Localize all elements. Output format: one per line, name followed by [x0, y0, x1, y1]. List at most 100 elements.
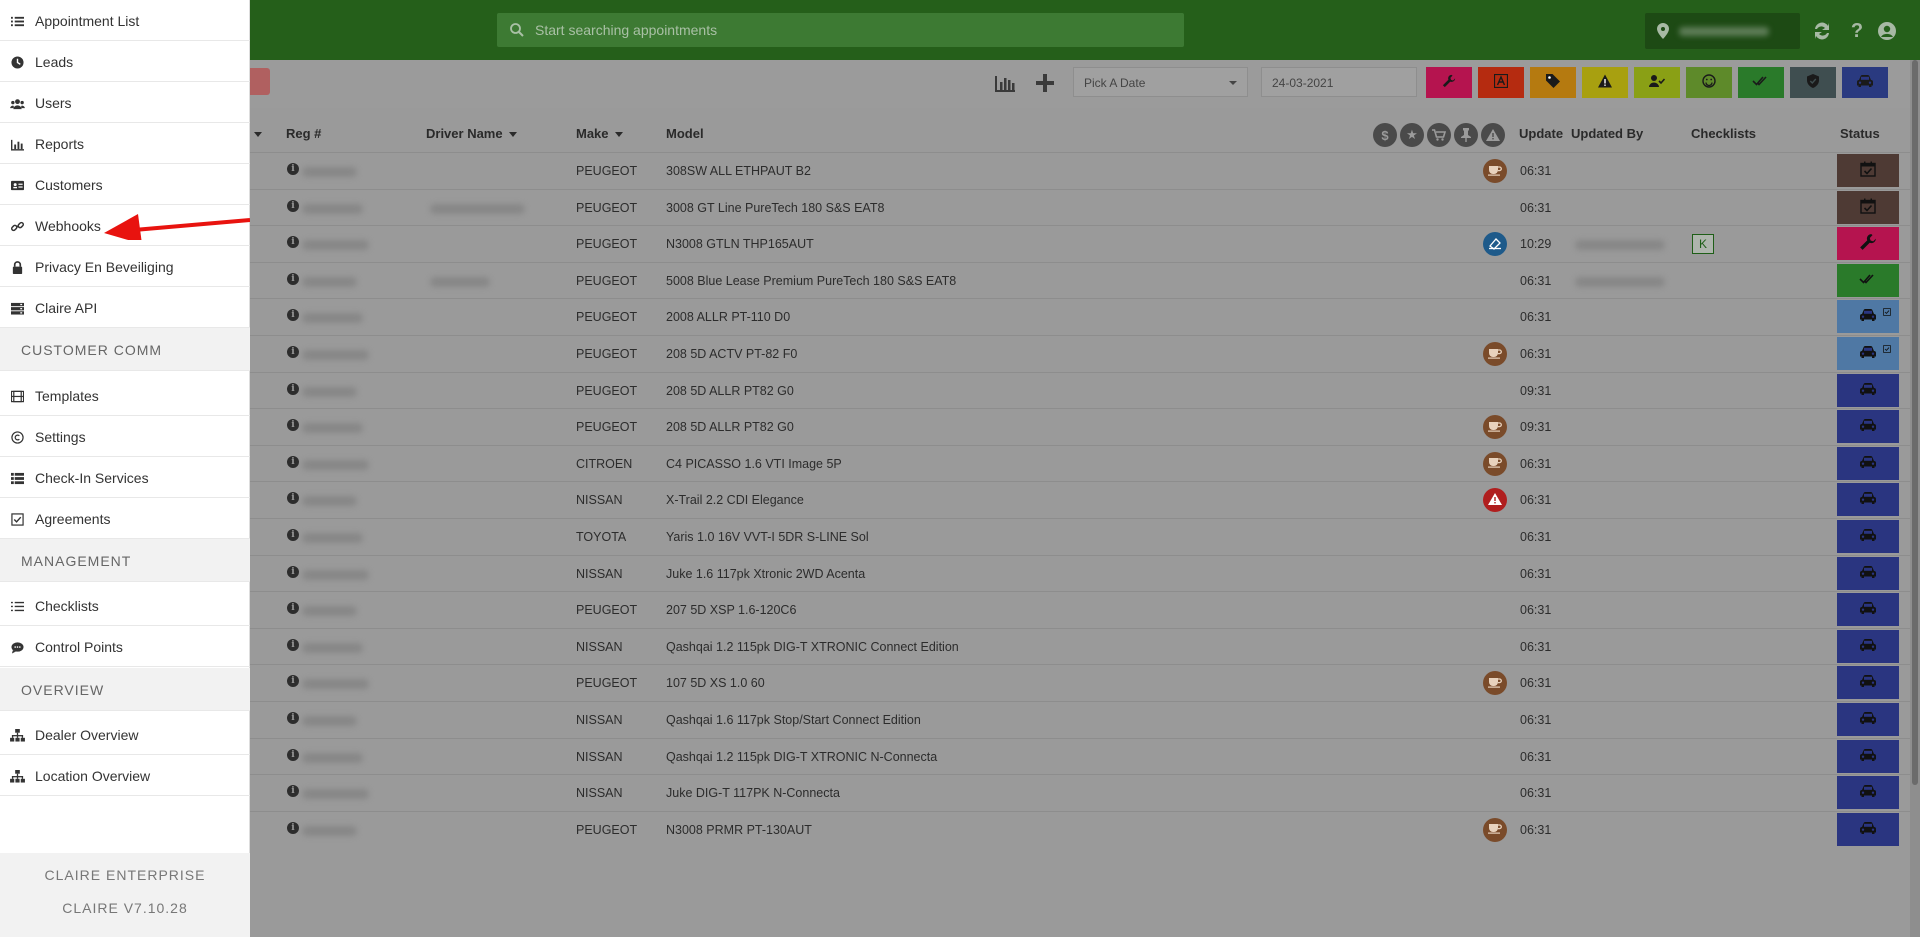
status-badge[interactable] [1837, 812, 1899, 846]
info-icon[interactable]: i [287, 712, 299, 724]
info-icon[interactable]: i [287, 199, 299, 212]
status-badge[interactable] [1837, 776, 1899, 810]
table-row[interactable]: i CITROEN C4 PICASSO 1.6 VTI Image 5P 06:… [250, 444, 1910, 481]
status-badge[interactable] [1837, 520, 1899, 553]
sidebar-item-claire-api[interactable]: Claire API [0, 287, 250, 328]
filter-button-tag[interactable] [1530, 67, 1576, 98]
status-badge[interactable] [1837, 629, 1899, 663]
table-row[interactable]: i NISSAN Juke DIG-T 117PK N-Connecta 06:3… [250, 774, 1910, 810]
status-badge[interactable] [1837, 337, 1899, 370]
sidebar-item-customers[interactable]: Customers [0, 164, 250, 205]
info-icon[interactable]: i [287, 346, 299, 358]
table-row[interactable]: i PEUGEOT 3008 GT Line PureTech 180 S&S … [250, 188, 1910, 225]
sidebar-item-agreements[interactable]: Agreements [0, 498, 250, 539]
bar-chart-icon[interactable] [992, 72, 1018, 94]
info-icon[interactable]: i [287, 163, 299, 175]
info-icon[interactable]: i [287, 382, 299, 395]
table-row[interactable]: i TOYOTA Yaris 1.0 16V VVT-I 5DR S-LINE … [250, 518, 1910, 554]
filter-button-smile[interactable] [1686, 67, 1732, 98]
table-row[interactable]: i PEUGEOT 207 5D XSP 1.6-120C6 06:31 [250, 591, 1910, 627]
status-badge[interactable] [1837, 190, 1899, 224]
header-driver-name[interactable]: Driver Name [426, 126, 517, 141]
table-row[interactable]: i PEUGEOT 208 5D ALLR PT82 G0 09:31 [250, 371, 1910, 408]
status-badge[interactable] [1837, 227, 1899, 261]
table-row[interactable]: i NISSAN Qashqai 1.2 115pk DIG-T XTRONIC… [250, 627, 1910, 664]
table-row[interactable]: i NISSAN Qashqai 1.6 117pk Stop/Start Co… [250, 701, 1910, 737]
status-badge[interactable] [1837, 703, 1899, 736]
filter-button-warning[interactable] [1582, 67, 1628, 98]
sidebar-item-privacy-en-beveiliging[interactable]: Privacy En Beveiliging [0, 246, 250, 287]
header-model[interactable]: Model [666, 126, 704, 141]
sidebar-item-appointment-list[interactable]: Appointment List [0, 0, 250, 41]
status-badge[interactable] [1837, 154, 1899, 187]
header-status[interactable]: Status [1840, 126, 1880, 141]
refresh-icon[interactable] [1811, 20, 1833, 42]
filter-button-shield[interactable] [1790, 67, 1836, 98]
sidebar-item-settings[interactable]: Settings [0, 416, 250, 457]
header-reg[interactable]: Reg # [286, 126, 321, 141]
info-icon[interactable]: i [287, 785, 299, 798]
table-row[interactable]: i NISSAN Qashqai 1.2 115pk DIG-T XTRONIC… [250, 737, 1910, 774]
info-icon[interactable]: i [287, 565, 299, 578]
red-action-button[interactable] [250, 68, 270, 95]
info-icon[interactable]: i [287, 529, 299, 541]
table-row[interactable]: i PEUGEOT 308SW ALL ETHPAUT B2 06:31 [250, 152, 1910, 188]
status-badge[interactable] [1837, 666, 1899, 700]
pin-icon[interactable] [1454, 123, 1478, 147]
status-badge[interactable] [1837, 300, 1899, 334]
info-icon[interactable]: i [287, 309, 299, 322]
filter-button-wrench[interactable] [1426, 67, 1472, 98]
info-icon[interactable]: i [287, 272, 299, 285]
checklist-badge[interactable]: K [1692, 234, 1714, 255]
info-icon[interactable]: i [287, 821, 299, 834]
sidebar-item-dealer-overview[interactable]: Dealer Overview [0, 714, 250, 755]
sidebar-item-location-overview[interactable]: Location Overview [0, 755, 250, 796]
sidebar-item-check-in-services[interactable]: Check-In Services [0, 457, 250, 498]
search-box[interactable] [497, 13, 1184, 47]
sidebar-item-checklists[interactable]: Checklists [0, 585, 250, 626]
table-row[interactable]: i PEUGEOT 208 5D ACTV PT-82 F0 06:31 [250, 335, 1910, 371]
cart-icon[interactable] [1427, 123, 1451, 147]
sidebar-item-leads[interactable]: Leads [0, 41, 250, 82]
status-badge[interactable] [1837, 593, 1899, 627]
table-row[interactable]: i PEUGEOT 2008 ALLR PT-110 D0 06:31 [250, 298, 1910, 334]
table-row[interactable]: i PEUGEOT 5008 Blue Lease Premium PureTe… [250, 261, 1910, 298]
table-row[interactable]: i PEUGEOT 107 5D XS 1.0 60 06:31 [250, 664, 1910, 700]
sidebar-item-control-points[interactable]: Control Points [0, 626, 250, 667]
sidebar-item-templates[interactable]: Templates [0, 375, 250, 416]
status-badge[interactable] [1837, 410, 1899, 444]
sidebar-item-reports[interactable]: Reports [0, 123, 250, 164]
help-icon[interactable]: ? [1846, 20, 1868, 42]
pick-date-select[interactable]: Pick A Date [1073, 67, 1248, 97]
star-icon[interactable]: ★ [1400, 123, 1424, 147]
table-row[interactable]: i PEUGEOT 208 5D ALLR PT82 G0 09:31 [250, 408, 1910, 444]
date-input[interactable]: 24-03-2021 [1261, 67, 1417, 97]
scrollbar[interactable] [1910, 60, 1920, 937]
filter-button-letter-a[interactable] [1478, 67, 1524, 98]
info-icon[interactable]: i [287, 236, 299, 249]
status-badge[interactable] [1837, 739, 1899, 773]
table-row[interactable]: i NISSAN X-Trail 2.2 CDI Elegance 06:31 [250, 481, 1910, 517]
info-icon[interactable]: i [287, 675, 299, 688]
info-icon[interactable]: i [287, 419, 299, 432]
header-checklists[interactable]: Checklists [1691, 126, 1756, 141]
scrollbar-thumb[interactable] [1912, 60, 1918, 785]
info-icon[interactable]: i [287, 492, 299, 505]
status-badge[interactable] [1837, 483, 1899, 517]
warning-icon[interactable] [1481, 123, 1505, 147]
header-make[interactable]: Make [576, 126, 623, 141]
status-badge[interactable] [1837, 446, 1899, 480]
info-icon[interactable]: i [287, 455, 299, 468]
filter-button-car[interactable] [1842, 67, 1888, 98]
status-badge[interactable] [1837, 263, 1899, 297]
plus-icon[interactable] [1032, 72, 1058, 94]
filter-button-double-check[interactable] [1738, 67, 1784, 98]
search-input[interactable] [535, 22, 1135, 38]
info-icon[interactable]: i [287, 602, 299, 615]
user-account-icon[interactable] [1876, 20, 1898, 42]
dollar-icon[interactable]: $ [1373, 123, 1397, 147]
sidebar-item-users[interactable]: Users [0, 82, 250, 123]
table-row[interactable]: i PEUGEOT N3008 GTLN THP165AUT 10:29 K [250, 225, 1910, 261]
status-badge[interactable] [1837, 373, 1899, 407]
info-icon[interactable]: i [287, 638, 299, 651]
